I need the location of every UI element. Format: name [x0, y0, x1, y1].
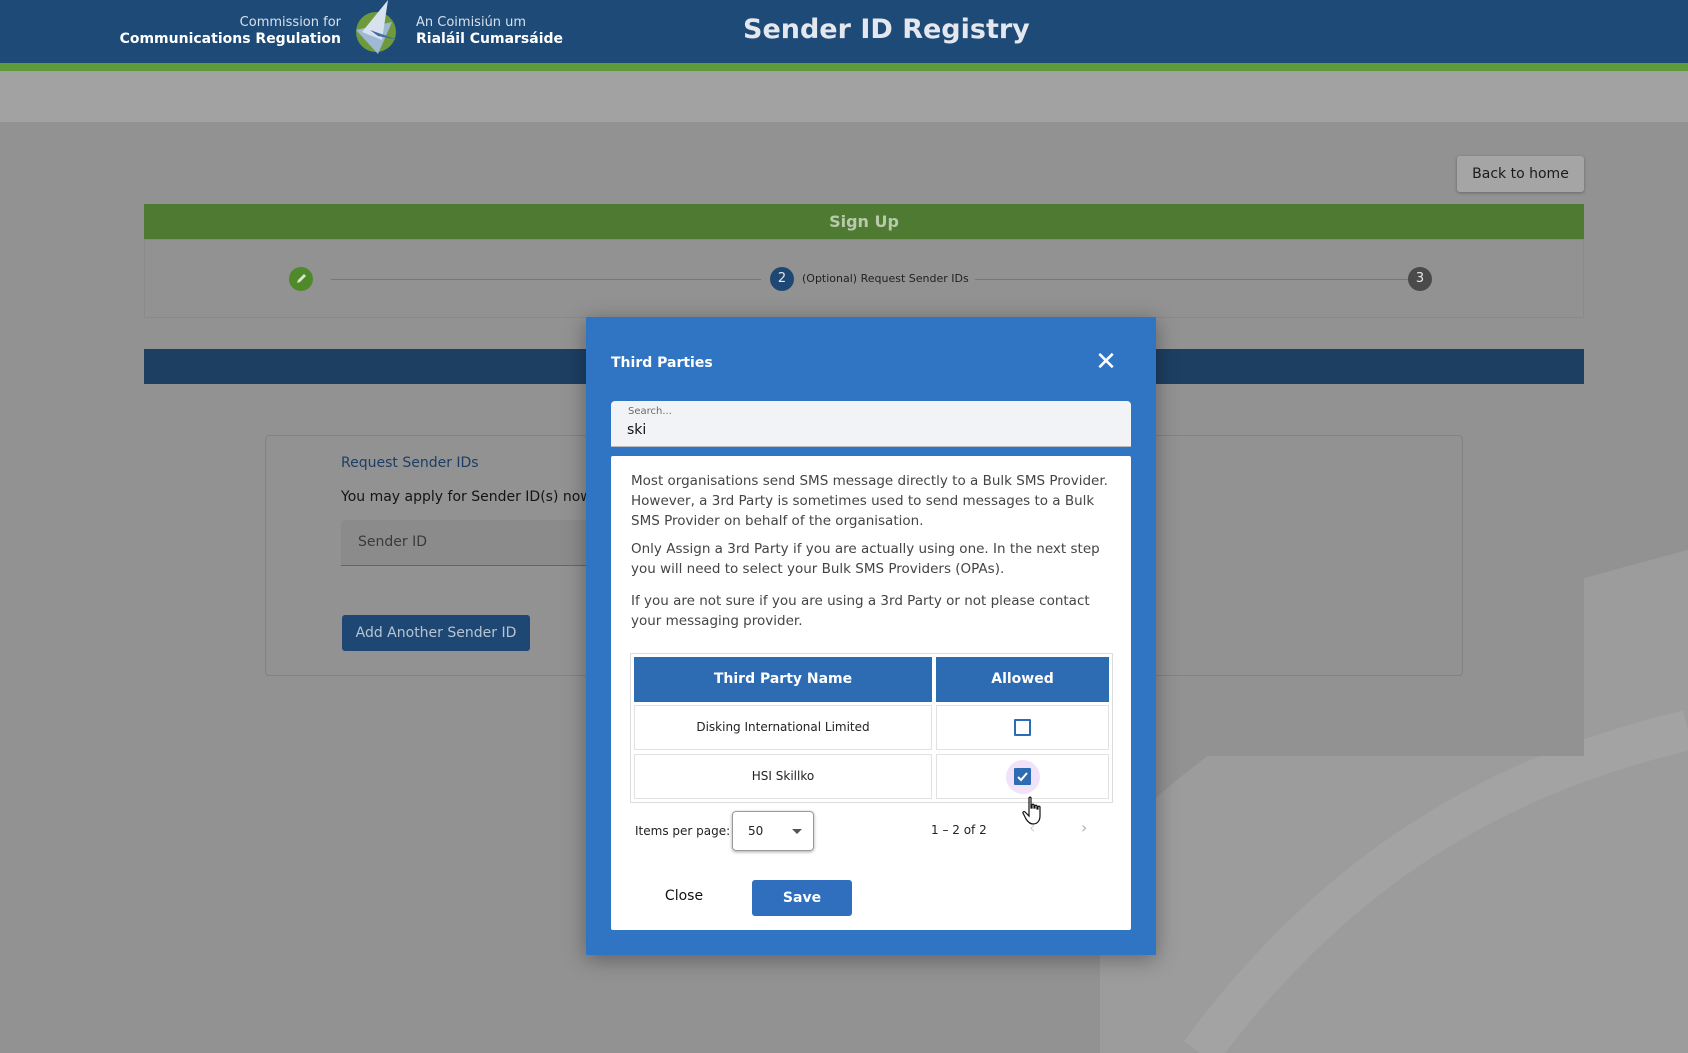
request-sender-text: You may apply for Sender ID(s) now o: [341, 489, 605, 505]
step-connector: [975, 279, 1421, 280]
info-paragraph: If you are not sure if you are using a 3…: [631, 593, 1090, 629]
dialog-body: Most organisations send SMS message dire…: [611, 456, 1131, 930]
dialog-title: Third Parties: [611, 355, 713, 371]
info-paragraph: Only Assign a 3rd Party if you are actua…: [631, 541, 1100, 577]
step-1-done[interactable]: [289, 267, 313, 291]
third-party-table: Third Party Name Allowed Disking Interna…: [630, 653, 1113, 803]
save-button[interactable]: Save: [752, 880, 852, 916]
search-input[interactable]: [627, 419, 1117, 441]
table-cell-name: HSI Skillko: [634, 754, 932, 799]
sender-id-field[interactable]: Sender ID: [341, 520, 601, 566]
chevron-right-icon[interactable]: ›: [1081, 818, 1087, 837]
search-label: Search...: [628, 406, 672, 417]
close-button[interactable]: Close: [654, 881, 714, 911]
column-header-allowed[interactable]: Allowed: [936, 657, 1109, 702]
add-sender-id-button[interactable]: Add Another Sender ID: [342, 615, 530, 651]
hand-pointer-icon: [1022, 796, 1041, 825]
header-stripe: [0, 63, 1688, 71]
app-title: Sender ID Registry: [743, 14, 1030, 45]
table-cell-name: Disking International Limited: [634, 705, 932, 750]
step-connector: [331, 279, 761, 280]
info-paragraph: Most organisations send SMS message dire…: [631, 473, 1108, 529]
page-size-value: 50: [748, 824, 764, 838]
third-parties-dialog: Third Parties ✕ Search... Most organisat…: [586, 317, 1156, 955]
pencil-icon: [297, 274, 306, 283]
pagination-range: 1 – 2 of 2: [931, 823, 987, 837]
close-icon[interactable]: ✕: [1091, 347, 1121, 377]
step-2-active[interactable]: 2: [770, 267, 794, 291]
items-per-page-select[interactable]: 50: [732, 811, 814, 851]
signup-stepper: 2 (Optional) Request Sender IDs 3: [144, 239, 1584, 318]
signup-title-bar: Sign Up: [144, 204, 1584, 239]
column-header-name[interactable]: Third Party Name: [634, 657, 932, 702]
logo-english: Commission for Communications Regulation: [119, 15, 341, 47]
table-cell-allowed: [936, 754, 1109, 799]
items-per-page-label: Items per page:: [635, 824, 731, 838]
allowed-checkbox[interactable]: [1014, 719, 1031, 736]
sub-header-bar: [0, 71, 1688, 122]
allowed-checkbox[interactable]: [1014, 768, 1031, 785]
back-to-home-button[interactable]: Back to home: [1457, 156, 1584, 192]
comreg-logo-icon: [356, 0, 398, 54]
step-2-label: (Optional) Request Sender IDs: [802, 272, 969, 285]
logo-irish: An Coimisiún um Rialáil Cumarsáide: [416, 15, 564, 47]
step-3-pending[interactable]: 3: [1408, 267, 1432, 291]
search-field[interactable]: Search...: [611, 401, 1131, 447]
check-icon: [1017, 772, 1028, 782]
caret-down-icon: [792, 829, 802, 834]
table-cell-allowed: [936, 705, 1109, 750]
app-header: Commission for Communications Regulation…: [0, 0, 1688, 63]
request-sender-title: Request Sender IDs: [341, 455, 479, 471]
